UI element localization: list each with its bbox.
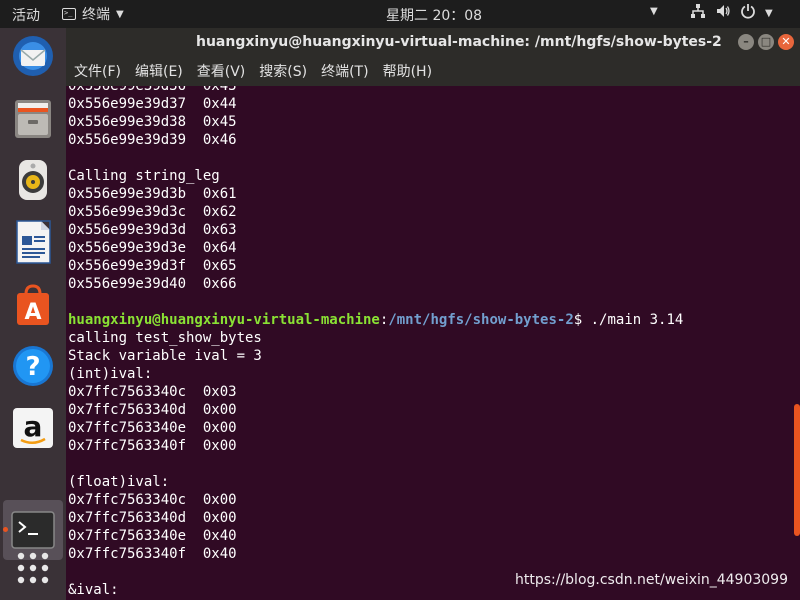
line-text: (float)ival: (68, 474, 170, 490)
system-tray[interactable]: ▼ (690, 3, 773, 23)
close-icon[interactable]: ✕ (778, 34, 794, 50)
running-indicator (3, 527, 8, 532)
menubar: 文件(F) 编辑(E) 查看(V) 搜索(S) 终端(T) 帮助(H) (66, 56, 800, 86)
watermark: https://blog.csdn.net/weixin_44903099 (514, 572, 788, 588)
files-icon[interactable] (9, 94, 57, 142)
terminal-line: 0x7ffc7563340c 0x00 (68, 491, 683, 509)
line-text: 0x556e99e39d39 0x46 (68, 132, 237, 148)
line-text: 0x7ffc7563340c 0x00 (68, 492, 237, 508)
terminal-line: Stack variable ival = 3 (68, 347, 683, 365)
terminal-output: 0x556e99e39d36 0x43 0x556e99e39d37 0x44 0x… (68, 86, 683, 599)
line-text: 0x556e99e39d37 0x44 (68, 96, 237, 112)
amazon-icon[interactable]: a (9, 404, 57, 452)
terminal-line: 0x556e99e39d36 0x43 (68, 86, 683, 95)
line-text: 0x7ffc7563340e 0x40 (68, 528, 237, 544)
menu-view[interactable]: 查看(V) (197, 61, 246, 81)
terminal-line: (int)ival: (68, 365, 683, 383)
line-text: 0x556e99e39d40 0x66 (68, 276, 237, 292)
menu-terminal[interactable]: 终端(T) (321, 61, 368, 81)
terminal-line: 0x556e99e39d40 0x66 (68, 275, 683, 293)
top-panel: 活动 >_ 终端 ▼ 星期二 20：08 ▼ ▼ (0, 0, 800, 28)
line-text: 0x556e99e39d3d 0x63 (68, 222, 237, 238)
terminal-line: 0x556e99e39d3b 0x61 (68, 185, 683, 203)
scrollbar[interactable] (794, 404, 800, 536)
line-text: &ival: (68, 582, 119, 598)
window-title: huangxinyu@huangxinyu-virtual-machine: /… (196, 34, 722, 50)
terminal-line: 0x7ffc7563340f 0x40 (68, 545, 683, 563)
terminal-line: 0x7ffc7563340d 0x00 (68, 401, 683, 419)
chevron-down-icon: ▼ (116, 8, 124, 20)
line-text: 0x7ffc7563340f 0x00 (68, 438, 237, 454)
line-text: 0x556e99e39d3f 0x65 (68, 258, 237, 274)
terminal-line: 0x7ffc7563340e 0x00 (68, 419, 683, 437)
dock: A ? a (0, 28, 66, 600)
line-text: 0x7ffc7563340d 0x00 (68, 402, 237, 418)
terminal-mini-icon: >_ (62, 8, 76, 20)
svg-text:?: ? (25, 352, 40, 382)
terminal-line: calling test_show_bytes (68, 329, 683, 347)
terminal-line: Calling string_leg (68, 167, 683, 185)
terminal-line: 0x7ffc7563340d 0x00 (68, 509, 683, 527)
terminal-line: 0x556e99e39d38 0x45 (68, 113, 683, 131)
show-applications-icon[interactable] (9, 544, 57, 592)
line-text: 0x556e99e39d36 0x43 (68, 86, 237, 94)
window-controls: – □ ✕ (738, 34, 794, 50)
line-text: 0x7ffc7563340e 0x00 (68, 420, 237, 436)
terminal-line: 0x7ffc7563340c 0x03 (68, 383, 683, 401)
power-icon[interactable] (740, 3, 756, 23)
minimize-icon[interactable]: – (738, 34, 754, 50)
menu-edit[interactable]: 编辑(E) (135, 61, 183, 81)
line-text: Stack variable ival = 3 (68, 348, 262, 364)
line-text: 0x556e99e39d3e 0x64 (68, 240, 237, 256)
svg-text:a: a (24, 410, 43, 443)
rhythmbox-icon[interactable] (9, 156, 57, 204)
app-menu[interactable]: >_ 终端 ▼ (62, 4, 124, 24)
line-text: Calling string_leg (68, 168, 220, 184)
terminal-view[interactable]: 0x556e99e39d36 0x43 0x556e99e39d37 0x44 0x… (66, 86, 800, 600)
line-text: 0x7ffc7563340f 0x40 (68, 546, 237, 562)
terminal-line: 0x7ffc7563340f 0x00 (68, 437, 683, 455)
chevron-down-icon[interactable]: ▼ (765, 8, 773, 19)
network-icon[interactable] (690, 3, 706, 23)
thunderbird-icon[interactable] (9, 32, 57, 80)
chevron-down-icon[interactable]: ▼ (650, 6, 658, 17)
terminal-line: 0x7ffc7563340e 0x40 (68, 527, 683, 545)
terminal-line: 0x556e99e39d39 0x46 (68, 131, 683, 149)
line-text: (int)ival: (68, 366, 153, 382)
line-text: 0x556e99e39d38 0x45 (68, 114, 237, 130)
activities-button[interactable]: 活动 (12, 5, 40, 25)
terminal-line: 0x556e99e39d3d 0x63 (68, 221, 683, 239)
menu-file[interactable]: 文件(F) (74, 61, 121, 81)
clock[interactable]: 星期二 20：08 (386, 5, 482, 25)
line-text: 0x7ffc7563340c 0x03 (68, 384, 237, 400)
window-titlebar[interactable]: huangxinyu@huangxinyu-virtual-machine: /… (66, 28, 800, 56)
menu-search[interactable]: 搜索(S) (259, 61, 307, 81)
terminal-line: 0x556e99e39d3f 0x65 (68, 257, 683, 275)
app-menu-label: 终端 (82, 7, 110, 23)
ubuntu-software-icon[interactable]: A (9, 280, 57, 328)
terminal-line: huangxinyu@huangxinyu-virtual-machine:/m… (68, 311, 683, 329)
libreoffice-writer-icon[interactable] (9, 218, 57, 266)
terminal-line: (float)ival: (68, 473, 683, 491)
line-text: $ ./main 3.14 (573, 312, 684, 328)
menu-help[interactable]: 帮助(H) (383, 61, 432, 81)
maximize-icon[interactable]: □ (758, 34, 774, 50)
volume-icon[interactable] (715, 3, 731, 23)
terminal-line: 0x556e99e39d3e 0x64 (68, 239, 683, 257)
prompt-user: huangxinyu@huangxinyu-virtual-machine (68, 312, 380, 328)
prompt-path: /mnt/hgfs/show-bytes-2 (388, 312, 574, 328)
line-text: 0x556e99e39d3c 0x62 (68, 204, 237, 220)
svg-text:A: A (24, 300, 41, 325)
help-icon[interactable]: ? (9, 342, 57, 390)
line-text: 0x7ffc7563340d 0x00 (68, 510, 237, 526)
line-text: 0x556e99e39d3b 0x61 (68, 186, 237, 202)
terminal-line: 0x556e99e39d3c 0x62 (68, 203, 683, 221)
terminal-line: 0x556e99e39d37 0x44 (68, 95, 683, 113)
line-text: calling test_show_bytes (68, 330, 262, 346)
